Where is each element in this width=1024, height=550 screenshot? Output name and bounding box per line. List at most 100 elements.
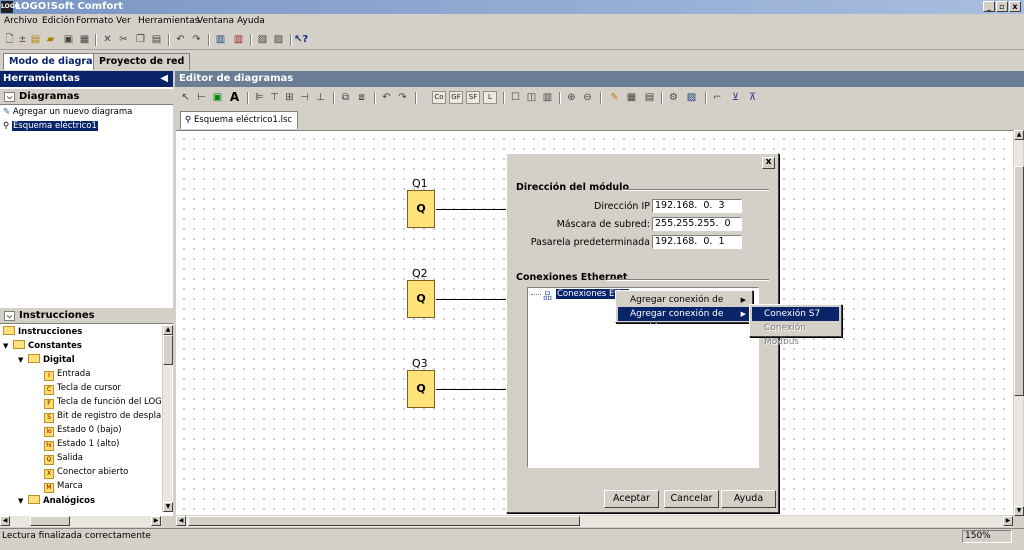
constants-button[interactable]: Co	[432, 91, 446, 104]
output-block-q1[interactable]: Q	[407, 190, 435, 228]
tab-network-project[interactable]: Proyecto de red	[93, 53, 191, 70]
menu-item-add-server[interactable]: Agregar conexión de servidor ▶	[618, 307, 750, 333]
scroll-thumb[interactable]	[163, 335, 173, 365]
paste-icon[interactable]: ▤	[150, 33, 163, 46]
context-help-icon[interactable]: ↖?	[294, 33, 308, 46]
align-top-icon[interactable]: ⊤	[268, 91, 281, 104]
diagram-item-esquema[interactable]: ⚲ Esquema eléctrico1	[3, 121, 98, 131]
compare-icon[interactable]: ▧	[256, 33, 269, 46]
tree-item-low-state[interactable]: lo Estado 0 (bajo)	[44, 425, 122, 437]
scroll-thumb[interactable]	[188, 516, 580, 526]
open-icon[interactable]: ▰	[44, 33, 57, 46]
ladder-button[interactable]: L	[483, 91, 497, 104]
align-left-icon[interactable]: ⊫	[253, 91, 266, 104]
tree-item-entrada[interactable]: I Entrada	[44, 369, 90, 381]
connector-icon[interactable]: ⌐	[711, 91, 724, 104]
basic-functions-button[interactable]: GF	[449, 91, 463, 104]
scroll-thumb[interactable]	[30, 516, 70, 526]
triple-window-icon[interactable]: ▥	[541, 91, 554, 104]
add-diagram-item[interactable]: ✎ Agregar un nuevo diagrama	[3, 107, 132, 117]
editor-horizontal-scrollbar[interactable]: ◀ ▶	[176, 516, 1013, 527]
move-down-icon[interactable]: ⊻	[729, 91, 742, 104]
new-folder-icon[interactable]: ▤	[29, 33, 42, 46]
tree-node-digital[interactable]: ▼ Digital	[18, 354, 75, 365]
minimize-button[interactable]: _	[983, 1, 995, 12]
chevron-down-icon[interactable]: ⌵	[4, 92, 15, 102]
editor-vertical-scrollbar[interactable]: ▲ ▼	[1013, 130, 1024, 516]
tree-item-function-key[interactable]: FTecla de función del LOGO! T	[44, 397, 161, 409]
collapse-panel-icon[interactable]: ◀	[160, 71, 168, 87]
cancel-button[interactable]: Cancelar	[664, 490, 719, 508]
copy-icon[interactable]: ❐	[134, 33, 147, 46]
menu-formato[interactable]: Formato	[76, 16, 113, 26]
zoom-in-icon[interactable]: ⊕	[565, 91, 578, 104]
highlight-icon[interactable]: ✎	[608, 91, 621, 104]
scroll-right-arrow-icon[interactable]: ▶	[1003, 516, 1013, 526]
special-functions-button[interactable]: SF	[466, 91, 480, 104]
instructions-vertical-scrollbar[interactable]: ▲ ▼	[162, 325, 173, 512]
accept-button[interactable]: Aceptar	[604, 490, 659, 508]
chevron-down-icon[interactable]: ⌵	[4, 311, 15, 321]
tree-item-salida[interactable]: Q Salida	[44, 453, 83, 465]
help-button[interactable]: Ayuda	[721, 490, 776, 508]
tree-node-constantes[interactable]: ▼ Constantes	[3, 340, 82, 351]
scroll-up-arrow-icon[interactable]: ▲	[163, 325, 173, 335]
online-test-icon[interactable]: ▨	[272, 33, 285, 46]
upload-icon[interactable]: ▥	[232, 33, 245, 46]
tree-item-shift-register[interactable]: SBit de registro de desplazam	[44, 411, 161, 423]
grid-icon[interactable]: ▦	[625, 91, 638, 104]
join-connection-icon[interactable]: ⧈	[355, 91, 368, 104]
tree-item-open-connector[interactable]: X Conector abierto	[44, 467, 128, 479]
text-tool-icon[interactable]: A	[228, 91, 241, 104]
menu-archivo[interactable]: Archivo	[4, 16, 38, 26]
menu-ver[interactable]: Ver	[116, 16, 131, 26]
redo-icon[interactable]: ↷	[396, 91, 409, 104]
scroll-down-arrow-icon[interactable]: ▼	[163, 502, 173, 512]
save-icon[interactable]: ▣	[62, 33, 75, 46]
connect-tool-icon[interactable]: ⊢	[195, 91, 208, 104]
menu-herramientas[interactable]: Herramientas	[138, 16, 199, 26]
scroll-right-arrow-icon[interactable]: ▶	[151, 516, 161, 526]
instructions-section-header[interactable]: ⌵ Instrucciones	[0, 307, 173, 324]
select-pointer-icon[interactable]: ↖	[179, 91, 192, 104]
restore-button[interactable]: ▫	[996, 1, 1008, 12]
redo-icon[interactable]: ↷	[190, 33, 203, 46]
download-icon[interactable]: ▥	[214, 33, 227, 46]
zoom-out-icon[interactable]: ⊖	[581, 91, 594, 104]
undo-icon[interactable]: ↶	[380, 91, 393, 104]
distribute-vertical-icon[interactable]: ⊥	[314, 91, 327, 104]
split-window-icon[interactable]: ◫	[525, 91, 538, 104]
expand-arrow-icon[interactable]: ▼	[18, 356, 28, 364]
scroll-thumb[interactable]	[1014, 166, 1024, 396]
expand-arrow-icon[interactable]: ▼	[18, 497, 28, 505]
menu-item-add-client[interactable]: Agregar conexión de cliente ▶	[618, 293, 750, 319]
scroll-left-arrow-icon[interactable]: ◀	[0, 516, 10, 526]
tree-item-marca[interactable]: M Marca	[44, 481, 83, 493]
output-block-q2[interactable]: Q	[407, 280, 435, 318]
tab-esquema-electrico[interactable]: ⚲ Esquema eléctrico1.lsc ✕	[180, 111, 298, 141]
split-connection-icon[interactable]: ⧉	[339, 91, 352, 104]
menu-ventana[interactable]: Ventana	[197, 16, 234, 26]
properties-icon[interactable]: ▤	[643, 91, 656, 104]
new-dropdown-icon[interactable]: ±	[16, 33, 29, 46]
scroll-left-arrow-icon[interactable]: ◀	[176, 516, 186, 526]
menu-ayuda[interactable]: Ayuda	[237, 16, 265, 26]
simulation-icon[interactable]: ⚙	[667, 91, 680, 104]
scroll-up-arrow-icon[interactable]: ▲	[1014, 130, 1024, 140]
single-window-icon[interactable]: ☐	[509, 91, 522, 104]
menu-item-s7-connection[interactable]: Conexión S7	[752, 307, 839, 321]
expand-arrow-icon[interactable]: ▼	[3, 342, 13, 350]
tree-item-cursor-key[interactable]: C Tecla de cursor	[44, 383, 121, 395]
block-tool-icon[interactable]: ▣	[211, 91, 224, 104]
move-up-icon[interactable]: ⊼	[746, 91, 759, 104]
instructions-horizontal-scrollbar[interactable]: ◀ ▶	[0, 516, 162, 527]
online-icon[interactable]: ▨	[685, 91, 698, 104]
scissors-icon[interactable]: ✂	[117, 33, 130, 46]
print-icon[interactable]: ▦	[78, 33, 91, 46]
subnet-mask-field[interactable]: 255.255.255. 0	[652, 217, 742, 231]
tree-node-analogicos[interactable]: ▼ Analógicos	[18, 495, 95, 506]
tree-node-instrucciones[interactable]: Instrucciones	[3, 326, 82, 337]
dialog-close-button[interactable]: x	[762, 157, 775, 169]
undo-icon[interactable]: ↶	[174, 33, 187, 46]
tree-item-high-state[interactable]: hi Estado 1 (alto)	[44, 439, 119, 451]
